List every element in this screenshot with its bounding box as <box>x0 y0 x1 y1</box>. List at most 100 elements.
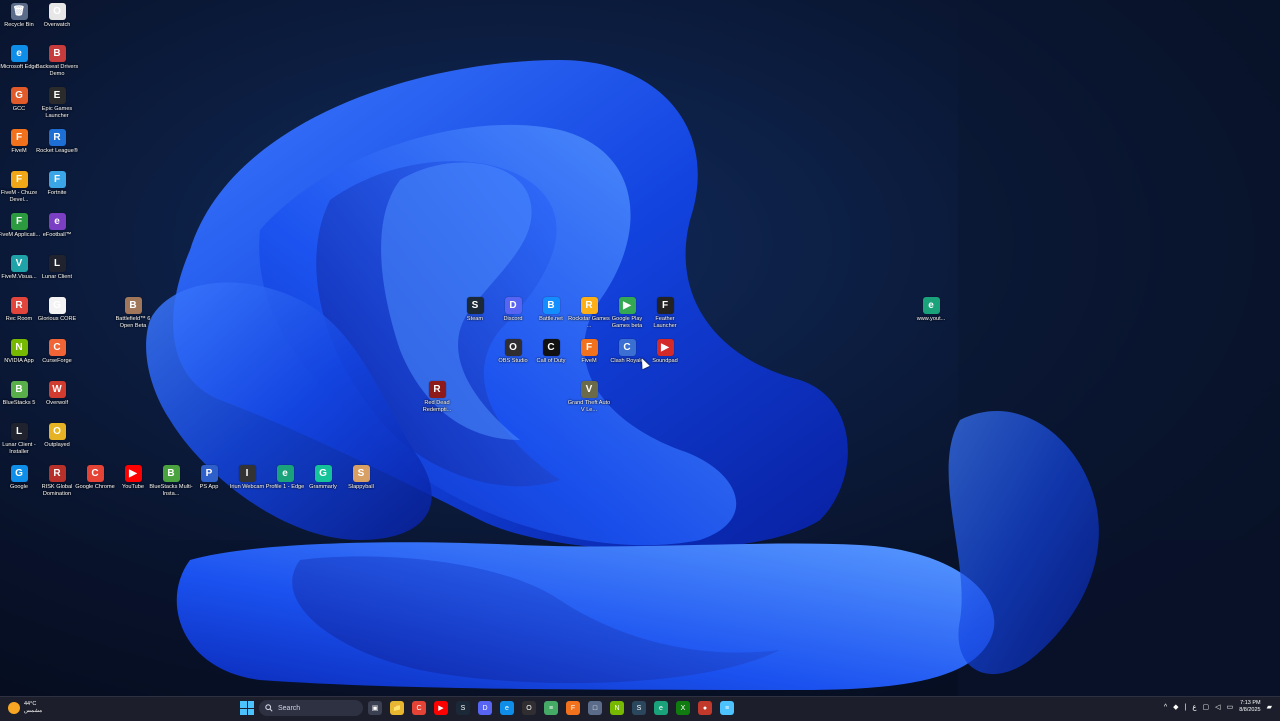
app-icon: R <box>580 297 598 314</box>
app-icon: B <box>10 381 28 398</box>
taskbar-document-icon[interactable]: □ <box>588 701 602 715</box>
desktop-icon-label: eFootball™ <box>42 232 72 238</box>
desktop-icon-label: CurseForge <box>42 358 72 364</box>
app-icon: F <box>10 213 28 230</box>
app-icon: B <box>48 45 66 62</box>
taskbar-chrome-icon[interactable]: C <box>412 701 426 715</box>
desktop-icon[interactable]: B Battlefield™ 6 Open Beta <box>111 297 155 337</box>
desktop-icon[interactable]: F Feather Launcher <box>643 297 687 337</box>
desktop-icon[interactable]: e www.yout... <box>909 297 953 337</box>
taskbar-steam-icon[interactable]: S <box>456 701 470 715</box>
app-icon: G <box>10 465 28 482</box>
taskbar-obs-icon[interactable]: O <box>522 701 536 715</box>
battery-icon[interactable]: ▭ <box>1227 703 1234 711</box>
taskbar-notepad-icon[interactable]: ≡ <box>544 701 558 715</box>
app-icon: ▶ <box>656 339 674 356</box>
desktop-icon[interactable]: ▶ Soundpad <box>643 339 687 379</box>
language-icon[interactable]: ع <box>1192 703 1196 711</box>
system-tray: ^ ◆ | ع ▢ ◁ ▭ 7:13 PM 8/8/2025 ▰ <box>1164 700 1272 714</box>
app-icon: e <box>276 465 294 482</box>
volume-icon[interactable]: ◁ <box>1215 703 1220 711</box>
app-icon: P <box>200 465 218 482</box>
app-icon: G <box>10 87 28 104</box>
search-label: Search <box>278 704 301 712</box>
app-icon: F <box>580 339 598 356</box>
taskbar-edge-icon[interactable]: e <box>500 701 514 715</box>
desktop-icon-label: Red Dead Redempti... <box>422 400 452 413</box>
app-icon: C <box>542 339 560 356</box>
clock[interactable]: 7:13 PM 8/8/2025 <box>1239 700 1260 714</box>
app-icon: e <box>922 297 940 314</box>
app-icon: G <box>314 465 332 482</box>
desktop-icon-label: www.yout... <box>916 316 946 322</box>
app-icon: C <box>86 465 104 482</box>
taskbar-task-view-icon[interactable]: ▣ <box>368 701 382 715</box>
desktop-icon[interactable]: C CurseForge <box>35 339 79 379</box>
taskbar-notes-icon[interactable]: ≡ <box>720 701 734 715</box>
desktop-icon-label: Fortnite <box>47 190 67 196</box>
desktop-icon-label: Battlefield™ 6 Open Beta <box>115 316 151 329</box>
network-icon[interactable]: ▢ <box>1203 703 1210 711</box>
desktop-icon[interactable]: S Slappyball <box>339 465 383 505</box>
notification-bell-icon[interactable]: ▰ <box>1267 703 1272 711</box>
taskbar: 44°C مشمس Search ▣ 📁 C ▶ S De O ≡ F □ N Se X ● ≡ ^ ◆ |… <box>0 696 1280 721</box>
app-icon: F <box>656 297 674 314</box>
desktop-icon[interactable]: G Glorious CORE <box>35 297 79 337</box>
desktop-icon[interactable]: O Overwatch <box>35 3 79 43</box>
app-icon: D <box>504 297 522 314</box>
clock-time: 7:13 PM <box>1240 700 1261 706</box>
weather-widget[interactable]: 44°C مشمس <box>8 701 42 714</box>
desktop-icon[interactable]: B Backseat Drivers Demo <box>35 45 79 85</box>
clock-date: 8/8/2025 <box>1239 707 1261 713</box>
desktop-icon[interactable]: R Rocket League® <box>35 129 79 169</box>
app-icon: L <box>10 423 28 440</box>
weather-condition: مشمس <box>24 707 43 714</box>
taskbar-fivem-icon[interactable]: F <box>566 701 580 715</box>
app-icon: e <box>10 45 28 62</box>
app-icon: F <box>48 171 66 188</box>
desktop-icon-label: Feather Launcher <box>653 316 677 329</box>
desktop-icon[interactable]: F Fortnite <box>35 171 79 211</box>
chevron-up-icon[interactable]: ^ <box>1164 704 1167 711</box>
desktop-icon[interactable]: E Epic Games Launcher <box>35 87 79 127</box>
app-icon: S <box>352 465 370 482</box>
app-icon: ▶ <box>124 465 142 482</box>
taskbar-xbox-icon[interactable]: X <box>676 701 690 715</box>
app-icon: N <box>10 339 28 356</box>
taskbar-nvidia-icon[interactable]: N <box>610 701 624 715</box>
app-icon: O <box>48 3 66 20</box>
app-icon: L <box>48 255 66 272</box>
desktop-icon[interactable]: L Lunar Client <box>35 255 79 295</box>
taskbar-steam-2-icon[interactable]: S <box>632 701 646 715</box>
taskbar-discord-icon[interactable]: D <box>478 701 492 715</box>
desktop-icon-label: Rocket League® <box>36 148 78 154</box>
app-icon: C <box>48 339 66 356</box>
app-icon: B <box>124 297 142 314</box>
desktop-icon-label: Overwatch <box>43 22 71 28</box>
desktop-icon-label: Glorious CORE <box>37 316 77 322</box>
app-icon: G <box>48 297 66 314</box>
taskbar-file-explorer-icon[interactable]: 📁 <box>390 701 404 715</box>
desktop-icon-label: Outplayed <box>44 442 70 448</box>
taskbar-youtube-icon[interactable]: ▶ <box>434 701 448 715</box>
start-button[interactable] <box>240 701 254 715</box>
microphone-icon[interactable]: | <box>1185 704 1187 711</box>
app-icon: C <box>618 339 636 356</box>
desktop-icon-label: Backseat Drivers Demo <box>35 64 79 77</box>
desktop-icon[interactable]: e eFootball™ <box>35 213 79 253</box>
taskbar-record-icon[interactable]: ● <box>698 701 712 715</box>
app-icon: V <box>10 255 28 272</box>
desktop-icon[interactable]: W Overwolf <box>35 381 79 421</box>
taskbar-edge-2-icon[interactable]: e <box>654 701 668 715</box>
desktop-icon[interactable]: V Grand Theft Auto V Le... <box>567 381 611 421</box>
app-icon: F <box>10 129 28 146</box>
app-icon: R <box>428 381 446 398</box>
app-icon: F <box>10 171 28 188</box>
shield-icon[interactable]: ◆ <box>1173 703 1178 711</box>
search-box[interactable]: Search <box>259 700 363 716</box>
desktop-icon[interactable]: O Outplayed <box>35 423 79 463</box>
app-icon: ▶ <box>618 297 636 314</box>
sun-icon <box>8 701 20 714</box>
app-icon: B <box>162 465 180 482</box>
desktop-icon[interactable]: R Red Dead Redempti... <box>415 381 459 421</box>
